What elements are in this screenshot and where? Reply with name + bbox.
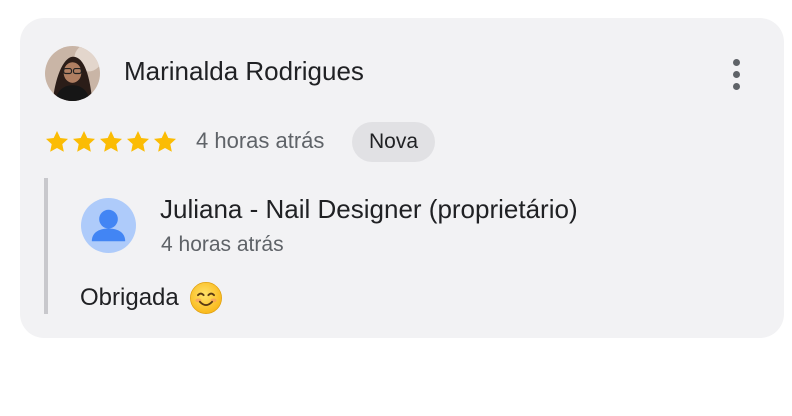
smiling-face-icon (189, 282, 222, 314)
reply-message: Obrigada (80, 281, 223, 315)
new-badge: Nova (352, 122, 436, 162)
star-icon (127, 130, 149, 152)
reviewer-name[interactable]: Marinalda Rodrigues (124, 56, 364, 87)
star-rating (44, 129, 178, 155)
reviewer-avatar[interactable] (45, 46, 100, 101)
star-icon (154, 130, 176, 152)
reviewer-photo-icon (45, 46, 100, 101)
reply-text: Obrigada (80, 284, 179, 311)
review-time: 4 horas atrás (196, 128, 325, 153)
reply-divider-bar (44, 178, 48, 314)
owner-name: Juliana - Nail Designer (proprietário) (160, 194, 578, 224)
star-icon (46, 130, 68, 152)
star-icon (73, 130, 95, 152)
star-icon (100, 130, 122, 152)
default-person-avatar-icon (81, 198, 136, 253)
review-card: Marinalda Rodrigues 4 horas atrás Nova J… (20, 18, 784, 338)
owner-avatar (81, 198, 136, 253)
more-options-button[interactable] (718, 54, 754, 94)
more-vert-icon (732, 58, 740, 66)
reply-time: 4 horas atrás (161, 233, 284, 256)
